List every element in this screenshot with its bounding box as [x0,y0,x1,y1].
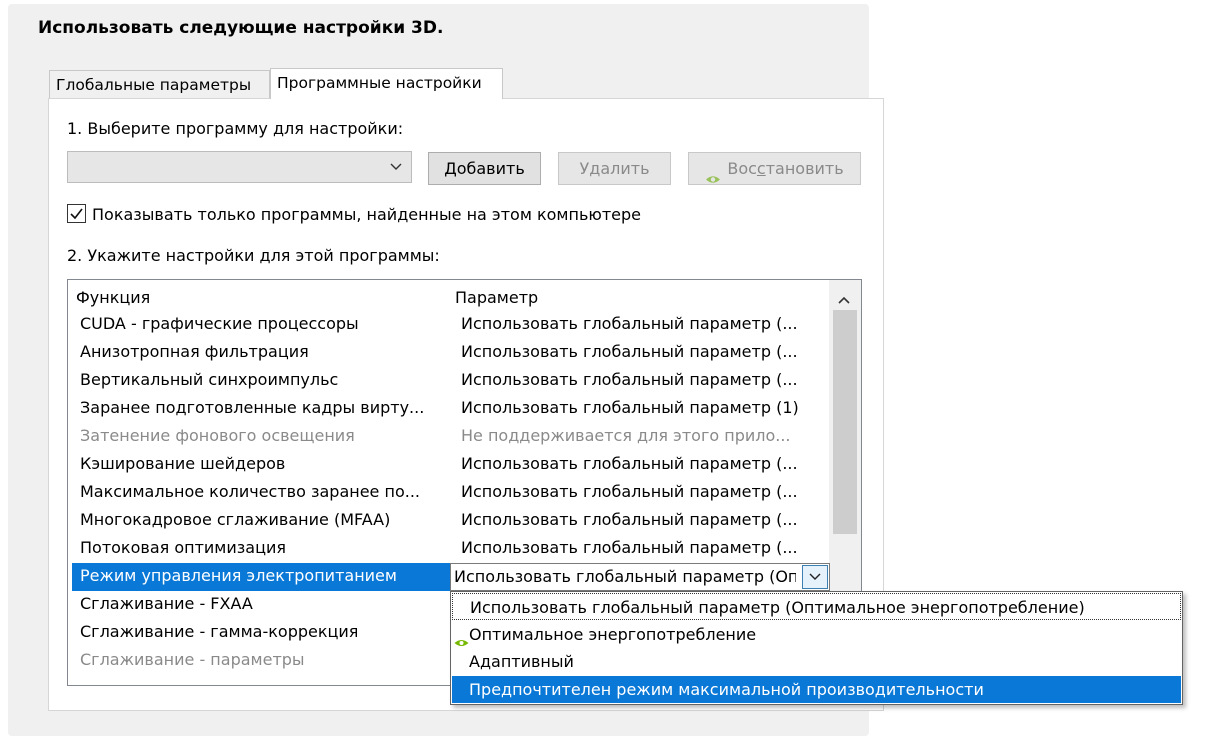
restore-button[interactable]: Восстановить [688,152,861,185]
feature-cell: Кэширование шейдеров [80,454,286,473]
dropdown-option[interactable]: Адаптивный [452,648,1181,675]
restore-label-post: тановить [765,159,844,178]
scroll-up-icon[interactable] [837,290,851,309]
table-row[interactable]: Заранее подготовленные кадры вирту... Исп… [72,395,829,423]
tab-program-settings[interactable]: Программные настройки [270,68,503,99]
tab-label: Глобальные параметры [56,76,252,94]
remove-button[interactable]: Удалить [558,152,671,185]
remove-button-label: Удалить [579,159,650,178]
table-row[interactable]: Кэширование шейдеров Использовать глобаль… [72,451,829,479]
option-label: Предпочтителен режим максимальной произв… [469,680,984,699]
column-header-feature[interactable]: Функция [76,288,150,307]
add-button[interactable]: Добавить [428,152,541,185]
feature-cell: Многокадровое сглаживание (MFAA) [80,510,391,529]
feature-cell: Потоковая оптимизация [80,538,286,557]
value-cell: Не поддерживается для этого прило... [461,426,791,445]
value-cell: Использовать глобальный параметр (... [461,370,798,389]
feature-cell: Затенение фонового освещения [80,426,355,445]
option-label: Адаптивный [469,652,574,671]
table-row[interactable]: CUDA - графические процессоры Использоват… [72,311,829,339]
feature-cell: Сглаживание - параметры [80,650,305,669]
value-cell: Использовать глобальный параметр (... [461,314,798,333]
option-label: Использовать глобальный параметр (Оптима… [470,598,1085,617]
chevron-down-icon [809,573,821,580]
value-cell: Использовать глобальный параметр (1) [461,398,799,417]
value-cell: Использовать глобальный параметр (... [461,342,798,361]
table-row[interactable]: Максимальное количество заранее по... Исп… [72,479,829,507]
page-title: Использовать следующие настройки 3D. [38,18,444,38]
feature-cell: Заранее подготовленные кадры вирту... [80,398,425,417]
value-cell: Использовать глобальный параметр (... [461,482,798,501]
table-row[interactable]: Многокадровое сглаживание (MFAA) Использо… [72,507,829,535]
checkmark-icon [70,208,83,220]
feature-cell: Максимальное количество заранее по... [80,482,420,501]
dropdown-option[interactable]: Использовать глобальный параметр (Оптима… [452,593,1181,620]
table-row[interactable]: Вертикальный синхроимпульс Использовать г… [72,367,829,395]
column-header-value[interactable]: Параметр [455,288,538,307]
feature-cell: Анизотропная фильтрация [80,342,309,361]
tab-global-settings[interactable]: Глобальные параметры [49,70,270,98]
step1-label: 1. Выберите программу для настройки: [67,119,404,138]
show-only-checkbox[interactable] [67,204,86,223]
feature-cell: Вертикальный синхроимпульс [80,370,339,389]
scrollbar-thumb[interactable] [833,310,857,534]
table-row[interactable]: Затенение фонового освещения Не поддержив… [72,423,829,451]
feature-cell: Сглаживание - гамма-коррекция [80,622,359,641]
program-select[interactable] [67,151,412,183]
feature-cell: Сглаживание - FXAA [80,594,253,613]
add-button-label: Добавить [444,159,525,178]
power-mode-select-value: Использовать глобальный параметр (Оптима… [454,567,796,586]
restore-label-pre: Вос [727,159,757,178]
value-cell: Использовать глобальный параметр (... [461,454,798,473]
value-cell: Использовать глобальный параметр (... [461,538,798,557]
power-mode-options[interactable]: Использовать глобальный параметр (Оптима… [450,591,1183,705]
step2-label: 2. Укажите настройки для этой программы: [67,246,440,265]
table-row[interactable]: Анизотропная фильтрация Использовать глоб… [72,339,829,367]
tab-label: Программные настройки [277,74,482,92]
feature-cell: Режим управления электропитанием [80,566,397,585]
dropdown-toggle[interactable] [802,565,828,589]
value-cell: Использовать глобальный параметр (... [461,510,798,529]
restore-label-hotkey: с [756,159,766,178]
feature-cell: CUDA - графические процессоры [80,314,359,333]
chevron-down-icon [389,159,403,178]
show-only-label: Показывать только программы, найденные н… [92,205,642,224]
dropdown-option-highlighted[interactable]: Предпочтителен режим максимальной произв… [452,676,1181,703]
table-row[interactable]: Потоковая оптимизация Использовать глобал… [72,535,829,563]
dropdown-option[interactable]: Оптимальное энергопотребление [452,621,1181,648]
option-label: Оптимальное энергопотребление [469,625,757,644]
power-mode-select[interactable]: Использовать глобальный параметр (Оптима… [450,563,830,591]
nvidia-logo-icon [705,164,721,183]
